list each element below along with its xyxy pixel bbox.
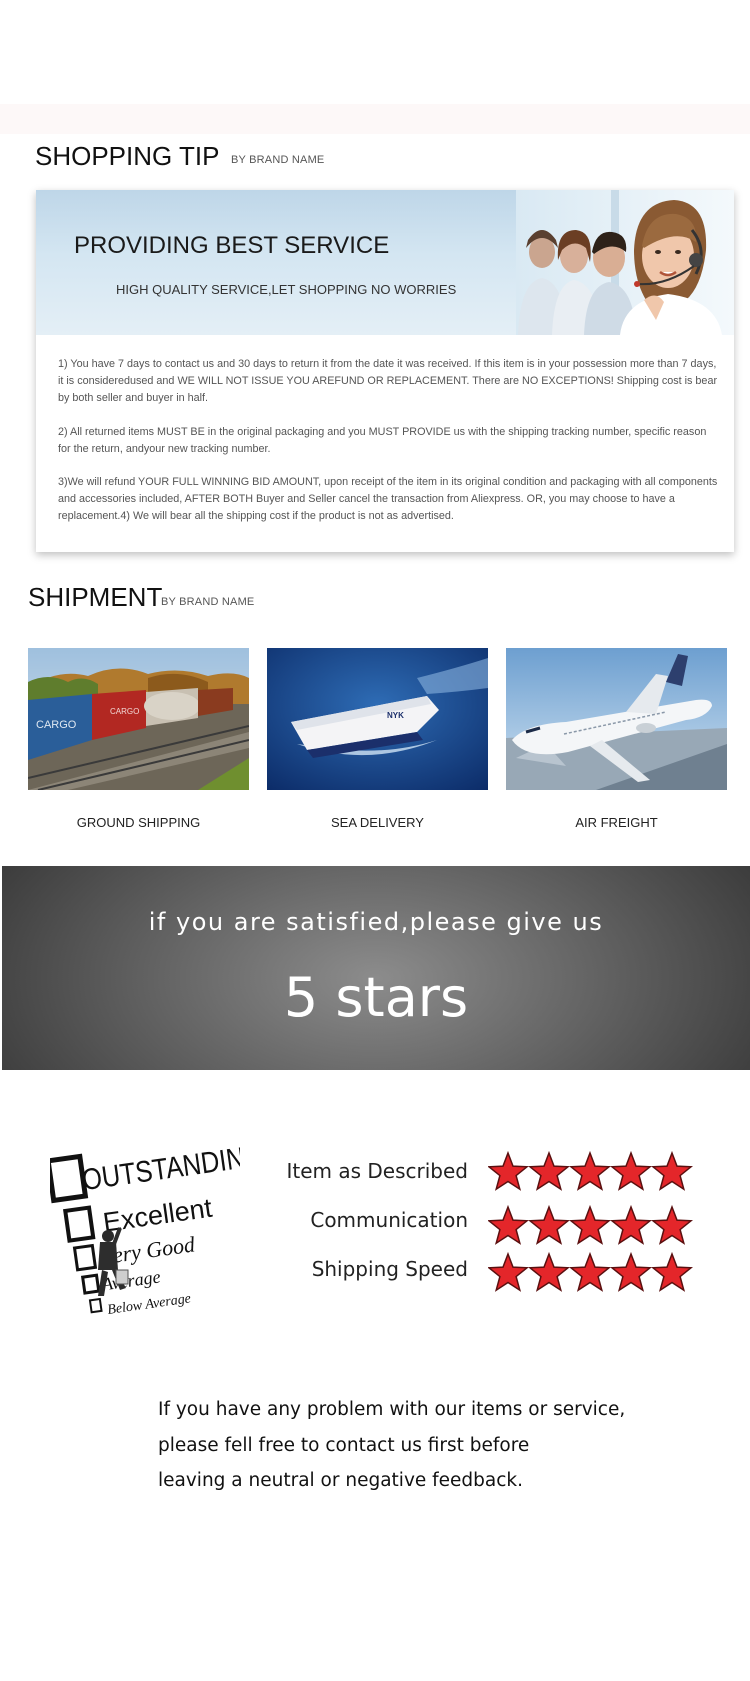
checkbox-excellent (63, 1205, 96, 1243)
rating-label-item-described: Item as Described (286, 1159, 468, 1183)
air-freight-image (506, 648, 727, 790)
star-icon (650, 1251, 694, 1292)
star-icon (650, 1204, 694, 1245)
five-stars-banner: if you are satisfied,please give us 5 st… (2, 866, 750, 1070)
shipment-subtitle: BY BRAND NAME (161, 596, 255, 608)
rating-stars-shipping-speed (488, 1251, 694, 1292)
rating-label-communication: Communication (310, 1208, 468, 1232)
rating-stars-communication (488, 1204, 694, 1245)
ground-shipping-label: GROUND SHIPPING (76, 815, 201, 830)
star-icon (488, 1150, 530, 1191)
ground-shipping-image: CARGO CARGO (28, 648, 249, 790)
contact-line-2: please fell free to contact us first bef… (158, 1434, 530, 1456)
rating-checklist-illustration: OUTSTANDING Excellent Very Good Average … (50, 1138, 240, 1318)
checklist-average: Average (99, 1266, 161, 1294)
star-icon (527, 1204, 571, 1245)
contact-line-1: If you have any problem with our items o… (158, 1399, 626, 1420)
star-icon (527, 1251, 571, 1292)
five-stars-text: 5 stars (283, 966, 469, 1029)
ship-logo-text: NYK (387, 711, 404, 720)
sea-delivery-image: NYK (267, 648, 488, 790)
rating-stars-item-described (488, 1150, 694, 1191)
container-cargo-text-2: CARGO (110, 707, 139, 716)
contact-line-3: leaving a neutral or negative feedback. (158, 1470, 524, 1491)
shopping-tip-subtitle: BY BRAND NAME (231, 154, 325, 166)
star-icon (650, 1150, 694, 1191)
checkbox-average (80, 1273, 101, 1295)
star-icon (527, 1150, 571, 1191)
policy-paragraph-1: 1) You have 7 days to contact us and 30 … (58, 358, 718, 404)
rating-label-shipping-speed: Shipping Speed (311, 1257, 468, 1281)
contact-message: If you have any problem with our items o… (158, 1392, 718, 1499)
star-icon (609, 1150, 653, 1191)
checklist-below-average: Below Average (106, 1291, 191, 1318)
star-icon (609, 1204, 653, 1245)
star-icon (488, 1204, 530, 1245)
star-icon (568, 1251, 612, 1292)
support-team-image (516, 190, 734, 335)
banner-title: PROVIDING BEST SERVICE (74, 232, 390, 259)
container-cargo-text-1: CARGO (36, 719, 77, 731)
shopping-tip-title: SHOPPING TIP (35, 141, 220, 171)
sea-delivery-label: SEA DELIVERY (331, 815, 424, 830)
service-banner: PROVIDING BEST SERVICE HIGH QUALITY SERV… (36, 190, 734, 335)
policy-paragraph-2: 2) All returned items MUST BE in the ori… (58, 426, 707, 455)
star-icon (609, 1251, 653, 1292)
star-icon (568, 1204, 612, 1245)
star-icon (568, 1150, 612, 1191)
checkbox-below-average (88, 1297, 103, 1314)
shopping-tip-card: PROVIDING BEST SERVICE HIGH QUALITY SERV… (36, 190, 734, 552)
policy-paragraph-3: 3)We will refund YOUR FULL WINNING BID A… (58, 476, 718, 522)
air-freight-label: AIR FREIGHT (575, 815, 658, 830)
star-icon (488, 1251, 530, 1292)
header-band (0, 104, 750, 134)
shipment-title: SHIPMENT (28, 582, 163, 612)
checklist-outstanding: OUTSTANDING (80, 1138, 240, 1197)
banner-subtitle: HIGH QUALITY SERVICE,LET SHOPPING NO WOR… (116, 282, 457, 297)
satisfied-text: if you are satisfied,please give us (148, 908, 604, 936)
checkbox-very-good (72, 1243, 98, 1272)
